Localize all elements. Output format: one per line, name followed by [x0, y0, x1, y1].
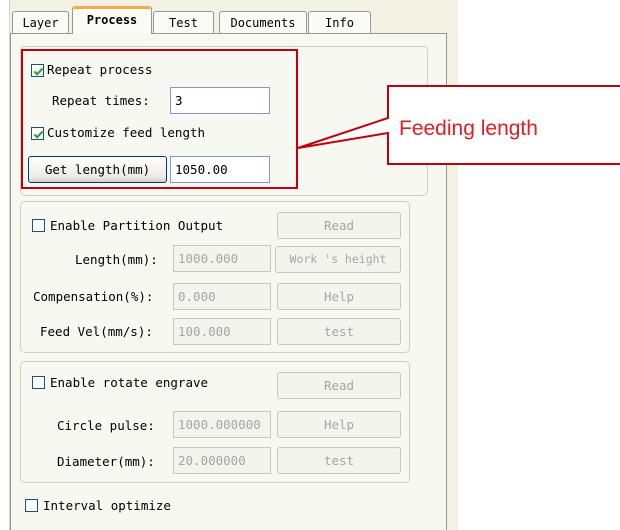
feed-vel-input[interactable]: 100.000: [173, 318, 271, 345]
checkmark-icon: [33, 130, 44, 139]
repeat-process-checkbox[interactable]: [31, 64, 44, 77]
length-label: Length(mm):: [75, 252, 158, 267]
customize-feed-checkbox[interactable]: [31, 127, 44, 140]
enable-partition-checkbox[interactable]: [32, 219, 45, 232]
tab-test[interactable]: Test: [153, 11, 214, 33]
rotate-read-button[interactable]: Read: [277, 372, 401, 399]
tab-info[interactable]: Info: [308, 11, 371, 33]
repeat-process-label: Repeat process: [47, 62, 153, 77]
repeat-times-input[interactable]: 3: [170, 87, 270, 114]
partition-test-button[interactable]: test: [277, 318, 401, 345]
enable-rotate-checkbox[interactable]: [32, 376, 45, 389]
length-input[interactable]: 1000.000: [173, 245, 271, 272]
enable-partition-label: Enable Partition Output: [50, 218, 224, 233]
circle-pulse-label: Circle pulse:: [57, 418, 155, 433]
compensation-input[interactable]: 0.000: [173, 283, 271, 310]
interval-optimize-label: Interval optimize: [43, 498, 171, 513]
customize-feed-label: Customize feed length: [47, 125, 206, 140]
partition-read-button[interactable]: Read: [277, 212, 401, 239]
diameter-input[interactable]: 20.000000: [173, 447, 271, 474]
partition-help-button[interactable]: Help: [277, 283, 401, 310]
circle-pulse-input[interactable]: 1000.000000: [173, 411, 271, 438]
interval-optimize-checkbox[interactable]: [25, 499, 38, 512]
rotate-test-button[interactable]: test: [277, 447, 401, 474]
work-height-button[interactable]: Work 's height: [275, 246, 401, 273]
rotate-help-button[interactable]: Help: [277, 411, 401, 438]
diameter-label: Diameter(mm):: [57, 454, 155, 469]
feeding-length-annotation: Feeding length: [399, 117, 538, 140]
checkmark-icon: [33, 67, 44, 76]
tab-process[interactable]: Process: [72, 6, 152, 34]
tab-documents[interactable]: Documents: [219, 11, 307, 33]
feed-vel-label: Feed Vel(mm/s):: [40, 324, 153, 339]
repeat-times-label: Repeat times:: [52, 93, 150, 108]
tab-layer[interactable]: Layer: [12, 11, 69, 33]
feed-length-input[interactable]: 1050.00: [170, 156, 270, 183]
enable-rotate-label: Enable rotate engrave: [50, 375, 209, 390]
get-length-button[interactable]: Get length(mm): [28, 156, 167, 183]
compensation-label: Compensation(%):: [33, 289, 154, 304]
